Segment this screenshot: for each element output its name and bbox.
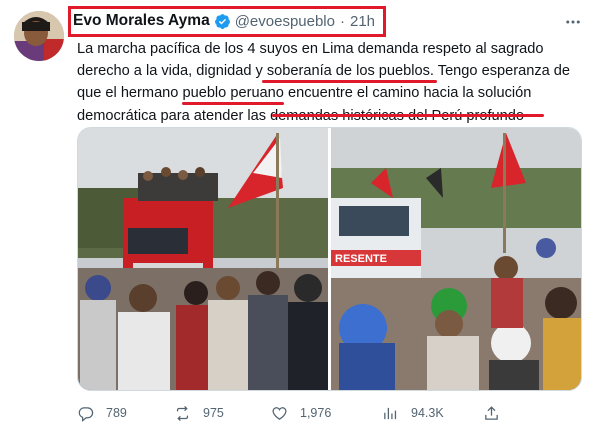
action-bar: 789 975 1,976 94.3K: [77, 402, 587, 424]
heart-icon: [272, 406, 287, 420]
reply-button[interactable]: 789: [77, 402, 127, 424]
tweet-text-line: que el hermano pueblo peruano encuentre …: [77, 85, 532, 102]
more-options-icon[interactable]: [563, 12, 583, 32]
share-icon: [485, 405, 498, 420]
avatar[interactable]: [14, 11, 64, 61]
views-button[interactable]: 94.3K: [382, 402, 444, 424]
tweet-header: Evo Morales Ayma @evoespueblo · 21h: [73, 10, 375, 32]
annotation-underline: [262, 80, 437, 83]
vehicle-banner-text: RESENTE: [335, 253, 387, 265]
retweet-count: 975: [203, 406, 224, 420]
tweet-time[interactable]: 21h: [350, 13, 375, 30]
retweet-icon: [176, 405, 189, 421]
views-count: 94.3K: [411, 406, 444, 420]
reply-icon: [78, 406, 94, 422]
annotation-underline: [272, 114, 544, 117]
verified-badge-icon: [214, 13, 230, 29]
march-photo-truck[interactable]: [78, 128, 328, 390]
annotation-underline: [182, 102, 282, 105]
tweet-text-line: La marcha pacífica de los 4 suyos en Lim…: [77, 41, 544, 57]
retweet-button[interactable]: 975: [174, 402, 224, 424]
like-count: 1,976: [300, 406, 332, 420]
tweet: Evo Morales Ayma @evoespueblo · 21h La m…: [0, 0, 597, 428]
share-button[interactable]: [483, 402, 512, 424]
like-button[interactable]: 1,976: [271, 402, 331, 424]
separator-dot: ·: [340, 12, 345, 30]
march-photo-crowd[interactable]: RESENTE: [331, 128, 581, 390]
views-icon: [384, 407, 397, 419]
author-handle[interactable]: @evoespueblo: [235, 13, 335, 30]
author-name[interactable]: Evo Morales Ayma: [73, 12, 210, 30]
media-grid: RESENTE: [77, 127, 582, 391]
reply-count: 789: [106, 406, 127, 420]
